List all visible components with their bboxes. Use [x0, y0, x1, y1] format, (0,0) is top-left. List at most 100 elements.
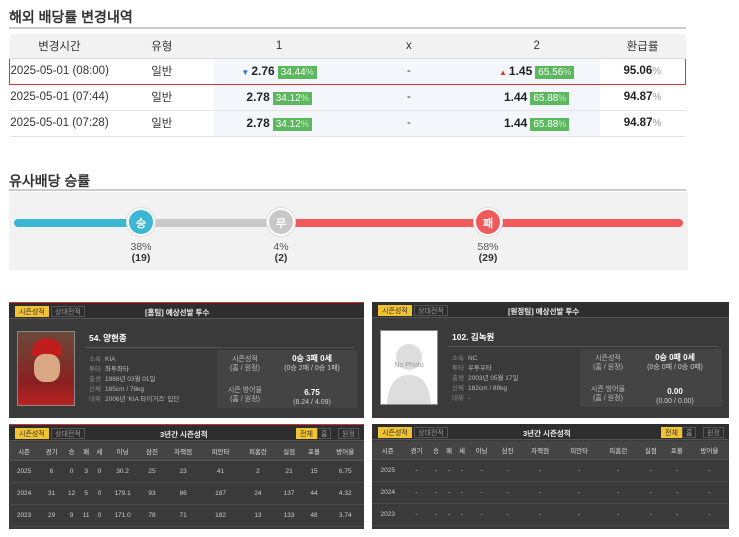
player-info: 소속 NC 투타 우투우타 출생 2003년 05월 17일 신체 182cm / 88kg 데… [452, 354, 518, 404]
stat-cell: 3.74 [326, 504, 364, 527]
divider [448, 346, 719, 347]
pitcher-profile-panel: 시즌성적 상대전적 [홈팀] 예상선발 투수 54. 양현종 소속 KIA 투타 좌투… [9, 302, 364, 418]
season-stats-table: 시즌 경기 승 패 세 이닝 삼진 자책점 피안타 피홈런 실점 포볼 방어율 2025- - - - - - - - -… [372, 441, 729, 526]
col-header: 자책점 [164, 442, 202, 461]
filter-home-button[interactable]: 홈 [682, 427, 697, 438]
stat-cell: - [637, 503, 664, 526]
season-value: 0승 3패 0세 (0승 2패 / 0승 1패) [284, 354, 340, 372]
stat-cell: - [559, 481, 599, 504]
win-stat: 38% (19) [111, 242, 171, 264]
up-arrow-icon: ▲ [499, 67, 507, 77]
info-row: 투타 우투우타 [452, 365, 492, 372]
stat-cell: - [520, 503, 560, 526]
tab-season-stats[interactable]: 시즌성적 [378, 305, 412, 316]
odds-row: 2025-05-01 (07:44) 일반 2.78 34.12% -1.44 65.88… [9, 84, 686, 111]
table-row: 2025- - - - - - - - - - - - [372, 459, 729, 482]
stat-cell: - [403, 481, 430, 504]
panel-title: [원정팀] 예상선발 투수 [508, 307, 580, 316]
draw-stat: 4% (2) [251, 242, 311, 264]
col-header: 자책점 [520, 441, 560, 460]
time-cell: 2025-05-01 (07:44) [9, 84, 110, 111]
col-header: 실점 [276, 442, 302, 461]
col-header: 세 [93, 442, 106, 461]
tab-head-to-head[interactable]: 상대전적 [414, 427, 448, 438]
stat-cell: 0 [93, 482, 106, 505]
lose-circle: 패 [474, 208, 502, 236]
away-odds: 1.44 [503, 115, 528, 130]
player-photo-placeholder: No Photo [380, 330, 438, 405]
col-header: 방어율 [326, 442, 364, 461]
divider [85, 347, 354, 348]
type-cell: 일반 [109, 84, 215, 111]
stat-cell: - [494, 503, 521, 526]
stat-cell: 2 [239, 460, 277, 483]
stat-cell: - [403, 459, 430, 482]
tab-head-to-head[interactable]: 상대전적 [414, 305, 448, 316]
table-row: 2023 29 9 11 0 171.0 78 71 182 13 133 48 3.74 [9, 504, 364, 527]
table-row: 2024 31 12 5 0 179.1 93 86 187 24 137 44 4.32 [9, 482, 364, 505]
filter-away-button[interactable]: 원정 [703, 427, 724, 438]
stat-cell: 25 [139, 460, 165, 483]
similar-title: 유사배당 승률 [9, 173, 91, 189]
col-header: 실점 [637, 441, 664, 460]
odds-history-title: 해외 배당률 변경내역 [9, 9, 133, 25]
info-row: 출생 2003년 05월 17일 [452, 375, 519, 382]
col-header: 피안타 [201, 442, 240, 461]
col-header: 삼진 [494, 441, 521, 460]
season-stats-table: 시즌 경기 승 패 세 이닝 삼진 자책점 피안타 피홈런 실점 포볼 방어율 2025 6 0 3 0 30.2 2… [9, 442, 364, 527]
filter-all-button[interactable]: 전체 [661, 427, 682, 438]
tab-head-to-head[interactable]: 상대전적 [51, 306, 85, 317]
stat-cell: - [637, 459, 664, 482]
panel-title: [홈팀] 예상선발 투수 [145, 308, 210, 317]
stat-cell: 133 [276, 504, 302, 527]
table-row: 2024- - - - - - - - - - - - [372, 481, 729, 504]
col-header: 1 [214, 34, 344, 59]
lose-count: (29) [478, 252, 498, 264]
tab-season-stats[interactable]: 시즌성적 [15, 428, 49, 439]
tab-head-to-head[interactable]: 상대전적 [51, 428, 85, 439]
away-odds: 1.45 [508, 63, 533, 78]
home-odds: 2.78 [246, 89, 270, 104]
stat-cell: - [442, 459, 456, 482]
type-cell: 일반 [109, 57, 215, 85]
era-label: 시즌 방어율 (홈 / 원정) [227, 387, 263, 403]
panel-header: 시즌성적 상대전적 3년간 시즌성적 전체 홈 원정 [9, 425, 364, 441]
col-header: 유형 [109, 34, 215, 59]
filter-home-button[interactable]: 홈 [317, 428, 332, 439]
draw-cell: - [344, 57, 474, 85]
stat-cell: 5 [79, 482, 94, 505]
season-stats-panel: 시즌성적 상대전적 3년간 시즌성적 전체 홈 원정 시즌 경기 승 패 세 이닝 삼진 자책점 피… [9, 424, 364, 529]
type-cell: 일반 [109, 110, 215, 137]
era-label: 시즌 방어율 (홈 / 원정) [590, 386, 626, 402]
stat-cell: - [455, 503, 469, 526]
stat-cell: 0 [64, 460, 80, 483]
tab-season-stats[interactable]: 시즌성적 [378, 427, 412, 438]
filter-all-button[interactable]: 전체 [296, 428, 317, 439]
col-header: 경기 [403, 441, 430, 460]
info-row: 신체 182cm / 88kg [452, 385, 508, 392]
stat-cell: 2025 [9, 460, 40, 483]
table-title: 3년간 시즌성적 [523, 429, 571, 438]
divider [9, 189, 686, 191]
stat-cell: 2024 [9, 482, 40, 505]
pct-badge: 34.44% [277, 65, 317, 79]
stat-cell: 48 [301, 504, 327, 527]
stat-cell: 11 [79, 504, 94, 527]
col-header: 이닝 [105, 442, 140, 461]
col-header: 세 [455, 441, 469, 460]
stat-cell: 2023 [9, 504, 40, 527]
col-header: 이닝 [468, 441, 495, 460]
stat-cell: - [494, 459, 521, 482]
filter-away-button[interactable]: 원정 [338, 428, 359, 439]
era-value: 0.00 (0.00 / 0.00) [656, 387, 694, 405]
stat-cell: - [689, 481, 729, 504]
player-name: 54. 양현종 [89, 333, 127, 343]
tab-season-stats[interactable]: 시즌성적 [15, 306, 49, 317]
stat-cell: 9 [64, 504, 80, 527]
col-header: 승 [64, 442, 80, 461]
stat-cell: - [598, 459, 638, 482]
odds-row: 2025-05-01 (08:00) 일반 ▼ 2.76 34.44% - ▲ 1.45 65.… [9, 57, 686, 85]
time-cell: 2025-05-01 (08:00) [9, 57, 110, 85]
draw-cell: - [344, 84, 474, 111]
stat-cell: - [663, 481, 690, 504]
